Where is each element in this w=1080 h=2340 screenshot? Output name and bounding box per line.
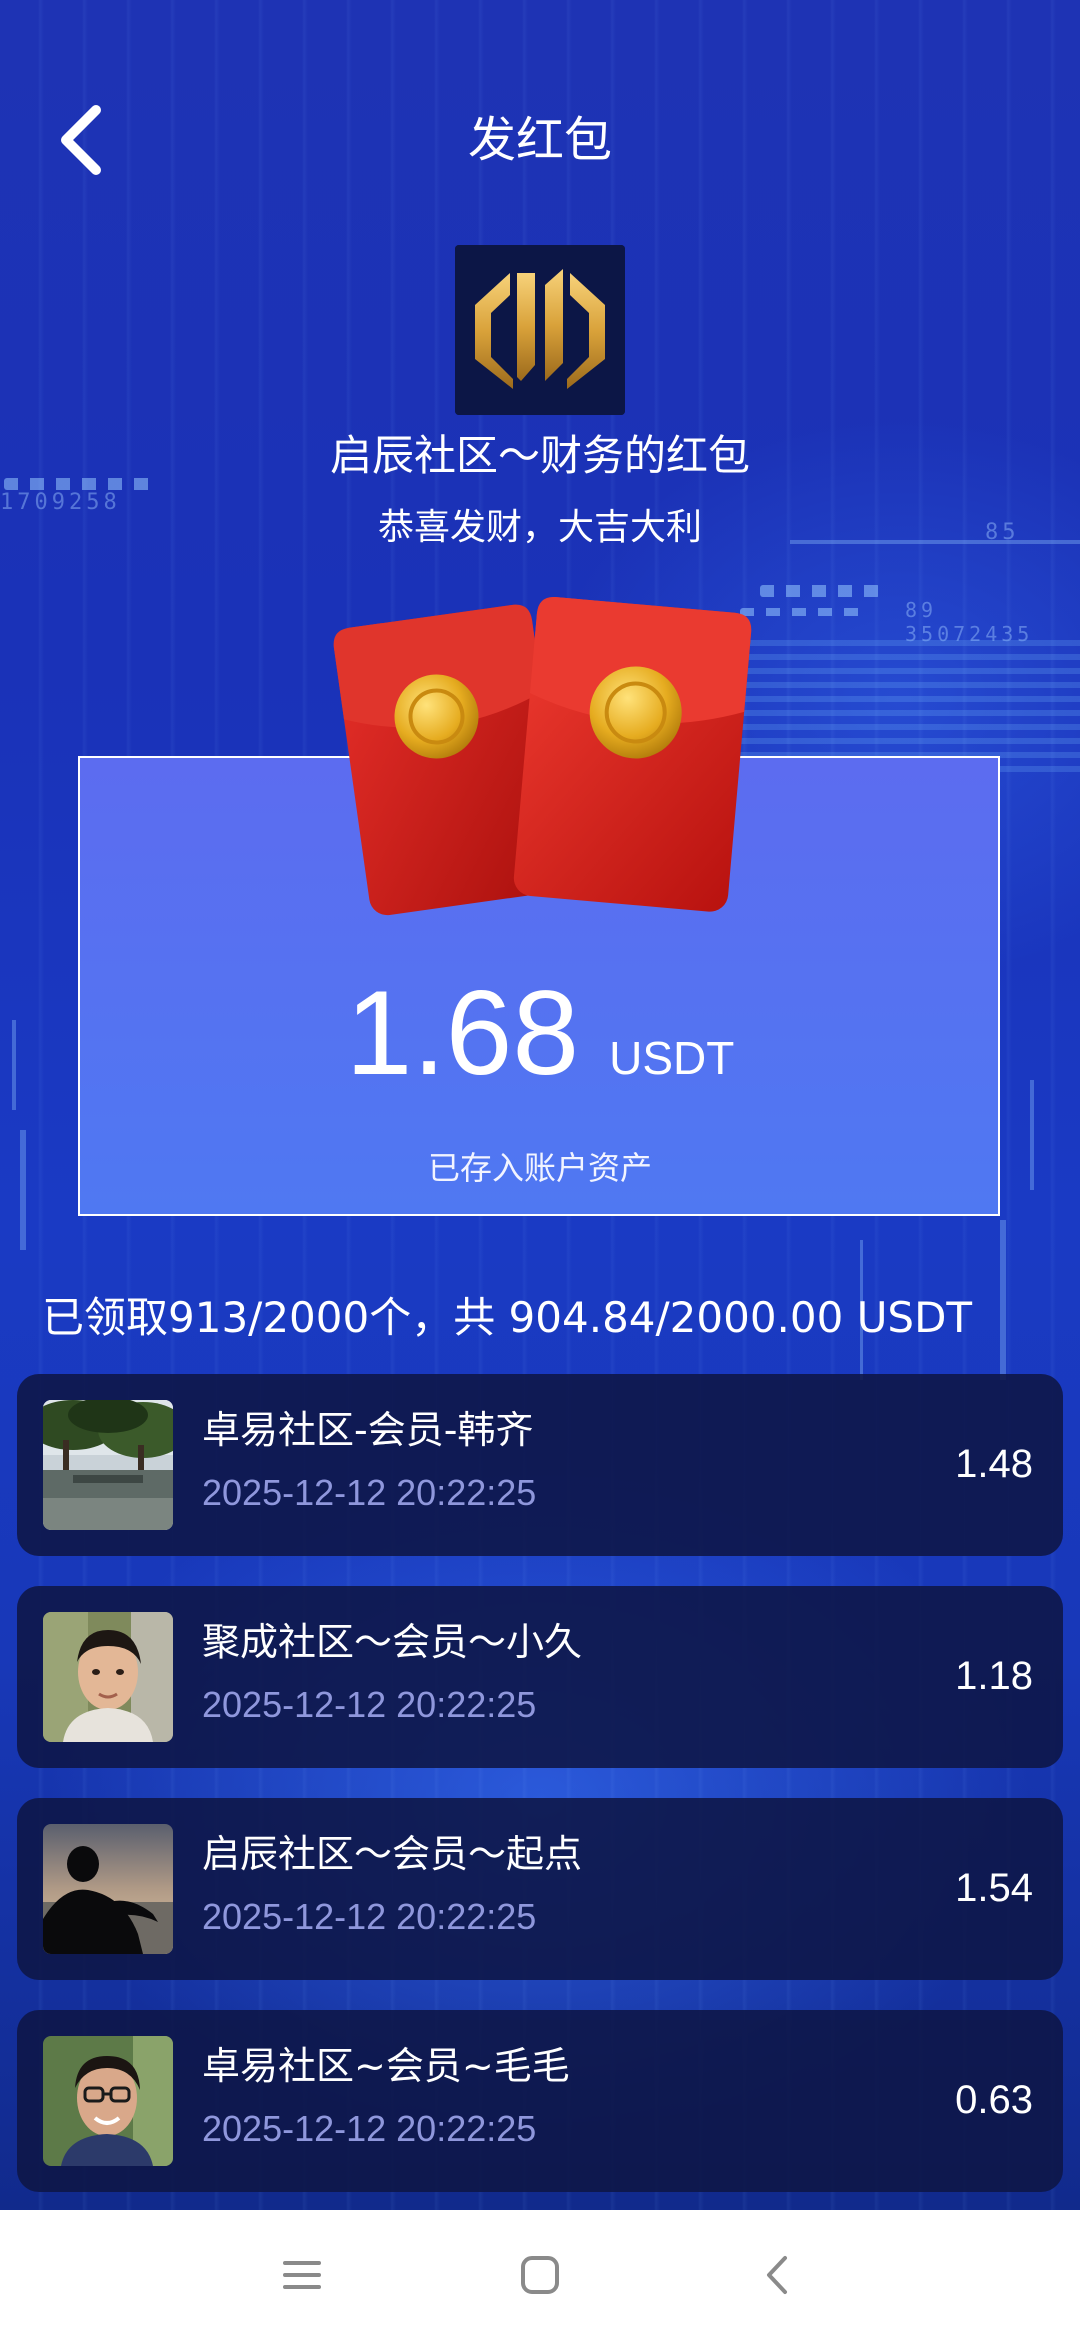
claim-amount: 1.54 [955, 1866, 1033, 1910]
red-envelope-icon [333, 597, 752, 916]
system-nav-bar [0, 2210, 1080, 2340]
claim-list: 卓易社区-会员-韩齐 2025-12-12 20:22:25 1.48 聚成社区… [17, 1374, 1063, 2222]
nav-menu-button[interactable] [262, 2240, 342, 2310]
young-man-photo-icon [43, 1612, 173, 1742]
nav-back-button[interactable] [738, 2240, 818, 2310]
claim-time: 2025-12-12 20:22:25 [202, 1472, 537, 1513]
claim-item[interactable]: 卓易社区~会员~毛毛 2025-12-12 20:22:25 0.63 [17, 2010, 1063, 2192]
avatar [43, 1824, 173, 1954]
nav-home-button[interactable] [500, 2240, 580, 2310]
landscape-photo-icon [43, 1400, 173, 1530]
claimer-name: 聚成社区～会员～小久 [202, 1620, 583, 1664]
background-decoration: 89 35072435 [905, 598, 1034, 646]
sender-wish: 恭喜发财，大吉大利 [377, 507, 702, 548]
sender-name: 启辰社区～财务的红包 [329, 431, 750, 480]
claim-item[interactable]: 聚成社区～会员～小久 2025-12-12 20:22:25 1.18 [17, 1586, 1063, 1768]
claim-amount: 0.63 [955, 2078, 1033, 2122]
claim-time: 2025-12-12 20:22:25 [202, 1896, 537, 1937]
claim-time: 2025-12-12 20:22:25 [202, 1684, 537, 1725]
claimer-name: 卓易社区-会员-韩齐 [202, 1408, 534, 1452]
claim-amount: 1.48 [955, 1442, 1033, 1486]
claim-item[interactable]: 启辰社区～会员～起点 2025-12-12 20:22:25 1.54 [17, 1798, 1063, 1980]
background-decoration [760, 585, 880, 597]
avatar [43, 2036, 173, 2166]
avatar [43, 1612, 173, 1742]
background-decoration [1000, 1220, 1006, 1380]
home-square-icon [521, 2256, 559, 2294]
claimer-name: 启辰社区～会员～起点 [202, 1832, 583, 1876]
claim-time: 2025-12-12 20:22:25 [202, 2108, 537, 2149]
amount-unit: USDT [609, 1032, 735, 1084]
back-chevron-icon [767, 2256, 787, 2294]
community-logo-icon [455, 245, 625, 415]
claim-item[interactable]: 卓易社区-会员-韩齐 2025-12-12 20:22:25 1.48 [17, 1374, 1063, 1556]
amount-note: 已存入账户资产 [427, 1149, 652, 1187]
page-title: 发红包 [467, 112, 612, 168]
claim-amount: 1.18 [955, 1654, 1033, 1698]
amount-value: 1.68 [345, 966, 580, 1100]
man-glasses-photo-icon [43, 2036, 173, 2166]
claim-summary: 已领取913/2000个，共 904.84/2000.00 USDT [42, 1293, 973, 1342]
sender-logo [455, 245, 625, 415]
silhouette-sunset-photo-icon [43, 1824, 173, 1954]
avatar [43, 1400, 173, 1530]
amount-display: 1.68 USDT [0, 968, 1080, 1098]
menu-icon [283, 2261, 321, 2289]
claimer-name: 卓易社区~会员~毛毛 [202, 2044, 570, 2088]
